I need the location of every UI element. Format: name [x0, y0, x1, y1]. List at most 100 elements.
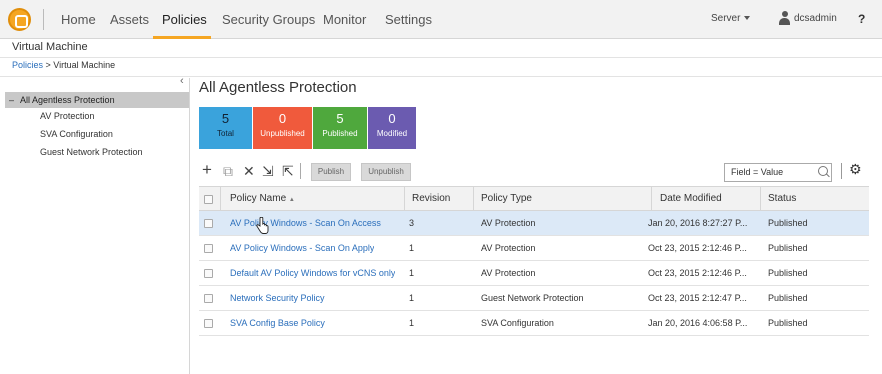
column-header-policy-name-label: Policy Name: [230, 193, 287, 204]
nav-home[interactable]: Home: [61, 12, 96, 27]
nav-security-groups[interactable]: Security Groups: [222, 12, 315, 27]
row-checkbox[interactable]: [204, 244, 213, 253]
row-checkbox[interactable]: [204, 294, 213, 303]
tile-modified-count: 0: [388, 111, 396, 126]
table-header-row: Policy Name ▲ Revision Policy Type Date …: [199, 186, 869, 211]
content-title: All Agentless Protection: [199, 79, 357, 96]
revision-cell: 1: [409, 268, 415, 278]
status-cell: Published: [768, 268, 808, 278]
app-logo-icon[interactable]: [8, 8, 31, 31]
status-cell: Published: [768, 243, 808, 253]
page-title: Virtual Machine: [12, 41, 88, 53]
server-menu-label: Server: [711, 13, 741, 24]
revision-cell: 1: [409, 318, 415, 328]
table-row[interactable]: AV Policy Windows - Scan On Access 3 AV …: [199, 211, 869, 236]
policy-type-cell: AV Protection: [481, 243, 536, 253]
row-checkbox[interactable]: [204, 319, 213, 328]
search-icon[interactable]: [818, 166, 828, 176]
date-modified-cell: Jan 20, 2016 4:06:58 P...: [648, 318, 748, 328]
table-row[interactable]: Default AV Policy Windows for vCNS only …: [199, 261, 869, 286]
sidebar: [0, 78, 190, 374]
policy-name-link[interactable]: Network Security Policy: [230, 286, 325, 310]
table-row[interactable]: Network Security Policy 1 Guest Network …: [199, 286, 869, 311]
plus-icon[interactable]: +: [202, 160, 212, 180]
hand-cursor-icon: [256, 217, 269, 234]
date-modified-cell: Oct 23, 2015 2:12:46 P...: [648, 268, 747, 278]
column-header-status[interactable]: Status: [768, 187, 796, 211]
tree-root-label: All Agentless Protection: [20, 95, 115, 105]
toolbar-divider: [300, 163, 301, 179]
row-checkbox[interactable]: [204, 269, 213, 278]
tile-unpublished-count: 0: [278, 111, 287, 126]
nav-assets[interactable]: Assets: [110, 12, 149, 27]
table-row[interactable]: AV Policy Windows - Scan On Apply 1 AV P…: [199, 236, 869, 261]
policy-name-link[interactable]: Default AV Policy Windows for vCNS only: [230, 261, 395, 285]
column-header-policy-type[interactable]: Policy Type: [481, 187, 532, 211]
policy-name-link[interactable]: SVA Config Base Policy: [230, 311, 325, 335]
delete-icon[interactable]: ✕: [243, 163, 255, 180]
user-icon: [779, 11, 790, 26]
tile-published-label: Published: [322, 129, 358, 138]
settings-divider: [841, 163, 842, 179]
nav-settings[interactable]: Settings: [385, 12, 432, 27]
tile-total-label: Total: [217, 129, 234, 138]
date-modified-cell: Oct 23, 2015 2:12:46 P...: [648, 243, 747, 253]
logo-divider: [43, 9, 44, 30]
status-cell: Published: [768, 293, 808, 303]
date-modified-cell: Jan 20, 2016 8:27:27 P...: [648, 218, 748, 228]
table-row[interactable]: SVA Config Base Policy 1 SVA Configurati…: [199, 311, 869, 336]
tree-collapse-toggle[interactable]: –: [9, 95, 14, 105]
tile-published-count: 5: [336, 111, 344, 126]
tile-modified-label: Modified: [376, 129, 408, 138]
policy-name-link[interactable]: AV Policy Windows - Scan On Apply: [230, 236, 374, 260]
nav-monitor[interactable]: Monitor: [323, 12, 366, 27]
help-button[interactable]: ?: [858, 12, 865, 26]
policy-name-link[interactable]: AV Policy Windows - Scan On Access: [230, 211, 381, 235]
gear-icon[interactable]: ⚙: [849, 161, 862, 178]
tree-item-sva-configuration[interactable]: SVA Configuration: [40, 129, 113, 139]
breadcrumb-bar: [0, 57, 882, 77]
tree-item-guest-network-protection[interactable]: Guest Network Protection: [40, 147, 143, 157]
column-header-policy-name[interactable]: Policy Name ▲: [230, 187, 295, 211]
status-cell: Published: [768, 318, 808, 328]
breadcrumb-link-policies[interactable]: Policies: [12, 60, 43, 70]
filter-input[interactable]: Field = Value: [724, 163, 832, 182]
collapse-sidebar-icon[interactable]: ‹: [180, 75, 184, 87]
column-header-revision[interactable]: Revision: [412, 187, 450, 211]
column-header-date-modified[interactable]: Date Modified: [660, 187, 722, 211]
sort-ascending-icon: ▲: [288, 197, 295, 203]
policy-type-cell: SVA Configuration: [481, 318, 554, 328]
chevron-down-icon: [744, 16, 751, 21]
tree-item-av-protection[interactable]: AV Protection: [40, 111, 94, 121]
breadcrumb: Policies > Virtual Machine: [12, 60, 115, 70]
row-checkbox[interactable]: [204, 219, 213, 228]
copy-icon[interactable]: ⧉: [223, 163, 233, 180]
revision-cell: 1: [409, 293, 415, 303]
server-menu[interactable]: Server: [711, 13, 751, 24]
status-cell: Published: [768, 218, 808, 228]
publish-button[interactable]: Publish: [311, 163, 351, 181]
tile-modified[interactable]: 0 Modified: [368, 107, 416, 149]
policy-table: Policy Name ▲ Revision Policy Type Date …: [199, 186, 869, 336]
nav-policies[interactable]: Policies: [162, 12, 207, 27]
policy-type-cell: AV Protection: [481, 268, 536, 278]
unpublish-button[interactable]: Unpublish: [361, 163, 411, 181]
tile-total-count: 5: [221, 111, 230, 126]
import-icon[interactable]: ⇲: [262, 163, 274, 180]
tile-unpublished[interactable]: 0 Unpublished: [253, 107, 312, 149]
revision-cell: 1: [409, 243, 415, 253]
breadcrumb-current: Virtual Machine: [53, 60, 116, 70]
breadcrumb-separator: >: [43, 60, 54, 70]
policy-type-cell: AV Protection: [481, 218, 536, 228]
nav-active-indicator: [153, 36, 211, 39]
tile-published[interactable]: 5 Published: [313, 107, 367, 149]
tile-unpublished-label: Unpublished: [260, 129, 305, 138]
select-all-checkbox[interactable]: [204, 195, 213, 204]
policy-type-cell: Guest Network Protection: [481, 293, 584, 303]
export-icon[interactable]: ⇱: [282, 163, 294, 180]
revision-cell: 3: [409, 218, 415, 228]
tree-item-all-agentless-protection[interactable]: – All Agentless Protection: [5, 92, 189, 108]
user-menu[interactable]: dcsadmin: [794, 13, 837, 24]
date-modified-cell: Oct 23, 2015 2:12:47 P...: [648, 293, 747, 303]
tile-total[interactable]: 5 Total: [199, 107, 252, 149]
